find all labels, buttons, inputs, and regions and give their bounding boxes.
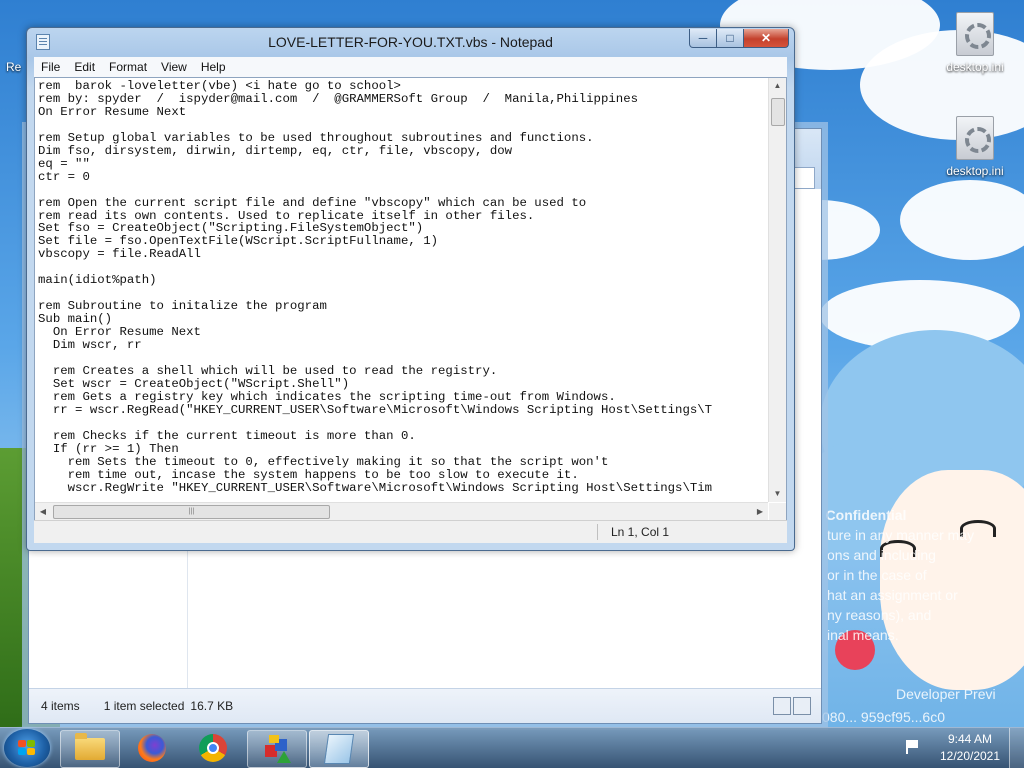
desktop-icon-label: desktop.ini	[946, 60, 1004, 74]
menu-file[interactable]: File	[34, 60, 67, 74]
folder-icon	[75, 733, 105, 760]
cursor-position: Ln 1, Col 1	[611, 525, 670, 539]
watermark-line: or in the case of	[827, 567, 927, 583]
minimize-icon: ─	[698, 31, 708, 45]
chrome-icon	[199, 734, 227, 762]
menu-view[interactable]: View	[154, 60, 194, 74]
notepad-window[interactable]: LOVE-LETTER-FOR-YOU.TXT.vbs - Notepad ─ …	[26, 27, 795, 551]
desktop-icon-desktop-ini[interactable]: desktop.ini	[940, 116, 1010, 178]
close-icon: ✕	[760, 31, 772, 45]
menu-edit[interactable]: Edit	[67, 60, 102, 74]
start-button[interactable]	[4, 729, 50, 767]
taskbar-file-explorer[interactable]	[60, 730, 120, 768]
settings-file-icon	[956, 116, 994, 160]
clock-time[interactable]: 9:44 AM	[930, 732, 1010, 746]
selected-count: 1 item selected	[103, 699, 185, 713]
desktop-icon-label-fragment: Re	[6, 60, 22, 74]
watermark-build: 080... 959cf95...6c0	[822, 709, 945, 725]
scrollbar-corner	[769, 503, 786, 520]
watermark-line: ny reasons), and	[827, 607, 932, 623]
action-center-flag-icon[interactable]	[906, 740, 922, 754]
details-view-icon[interactable]	[773, 697, 791, 715]
watermark-line: ons and including	[827, 547, 936, 563]
taskbar-shapes-app[interactable]	[247, 730, 307, 768]
horizontal-scroll-thumb[interactable]: |||	[53, 505, 330, 519]
taskbar-chrome[interactable]	[184, 730, 242, 766]
scroll-up-icon[interactable]: ▲	[769, 78, 786, 94]
maximize-button[interactable]: □	[716, 29, 744, 48]
taskbar-firefox[interactable]	[123, 730, 181, 766]
item-count: 4 items	[41, 699, 80, 713]
scroll-right-icon[interactable]: ▶	[752, 503, 768, 520]
window-title: LOVE-LETTER-FOR-YOU.TXT.vbs - Notepad	[268, 34, 553, 50]
editor-content[interactable]: rem barok -loveletter(vbe) <i hate go to…	[38, 80, 768, 500]
scroll-down-icon[interactable]: ▼	[769, 486, 786, 502]
firefox-icon	[138, 734, 166, 762]
scroll-left-icon[interactable]: ◀	[35, 503, 51, 520]
notepad-icon	[323, 734, 355, 764]
status-separator	[597, 524, 598, 540]
menu-format[interactable]: Format	[102, 60, 154, 74]
watermark-developer: Developer Previ	[896, 686, 996, 702]
clock-date[interactable]: 12/20/2021	[930, 749, 1010, 763]
minimize-button[interactable]: ─	[689, 29, 717, 48]
desktop-icon-label: desktop.ini	[946, 164, 1004, 178]
notepad-status-bar: Ln 1, Col 1	[34, 520, 787, 543]
selection-info: 1 item selected 16.7 KB	[92, 699, 245, 713]
taskbar: 9:44 AM 12/20/2021	[0, 727, 1024, 768]
maximize-icon: □	[726, 31, 734, 45]
watermark-title: t Confidential	[817, 507, 907, 523]
watermark-line: hat an assignment or	[827, 587, 958, 603]
text-editor[interactable]: rem barok -loveletter(vbe) <i hate go to…	[34, 77, 787, 521]
explorer-status-bar: 4 items 1 item selected 16.7 KB	[29, 688, 821, 723]
shapes-app-icon	[263, 735, 291, 763]
settings-file-icon	[956, 12, 994, 56]
menu-help[interactable]: Help	[194, 60, 233, 74]
desktop-icon-desktop-ini[interactable]: desktop.ini	[940, 12, 1010, 74]
selected-size: 16.7 KB	[190, 699, 234, 713]
large-icons-view-icon[interactable]	[793, 697, 811, 715]
menu-bar: File Edit Format View Help	[34, 57, 787, 77]
vertical-scroll-thumb[interactable]	[771, 98, 785, 126]
title-bar[interactable]: LOVE-LETTER-FOR-YOU.TXT.vbs - Notepad	[27, 28, 794, 56]
close-button[interactable]: ✕	[743, 29, 789, 48]
taskbar-notepad[interactable]	[309, 730, 369, 768]
windows-logo-icon	[18, 740, 36, 756]
system-tray: 9:44 AM 12/20/2021	[906, 728, 1018, 768]
show-desktop-button[interactable]	[1009, 728, 1024, 768]
watermark-line: inal means.	[827, 627, 899, 643]
watermark-line: ture in any manner may	[827, 527, 975, 543]
vertical-scrollbar[interactable]: ▲ ▼	[768, 78, 786, 502]
horizontal-scrollbar[interactable]: ◀ ||| ▶	[35, 502, 768, 520]
